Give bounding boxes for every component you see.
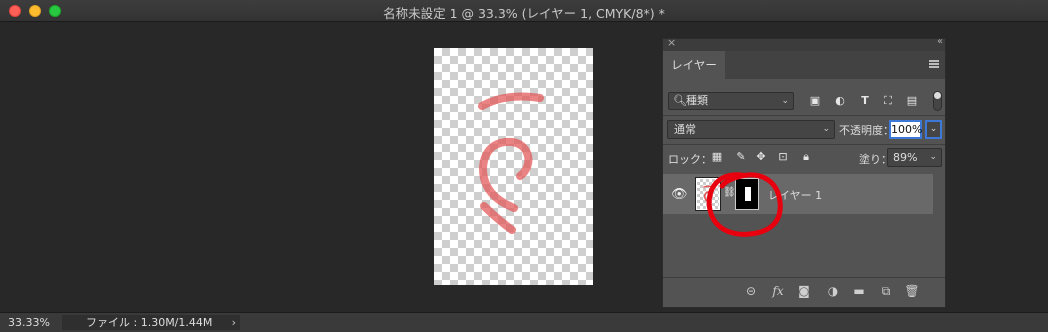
mask-link-icon[interactable]: ⛓︎ (723, 187, 736, 198)
layer-mask-thumbnail[interactable] (735, 178, 759, 210)
opacity-input[interactable]: 100% (889, 120, 922, 139)
chevron-down-icon: ⌄ (781, 96, 789, 106)
chevron-right-icon: › (231, 316, 236, 329)
filter-kind-label: 種類 (686, 94, 708, 107)
text-filter-icon[interactable]: T (858, 94, 872, 108)
trash-icon[interactable]: 🗑︎ (904, 283, 920, 299)
chevron-down-icon: ⌄ (929, 152, 937, 162)
thumbnail-artwork (703, 185, 715, 204)
new-layer-icon[interactable]: ⧉ (878, 283, 894, 299)
file-info[interactable]: ファイル : 1.30M/1.44M › (62, 315, 240, 330)
search-icon: 🔍︎ (673, 94, 687, 107)
adjustment-layer-icon[interactable]: ◑ (825, 283, 841, 299)
layer-thumbnail[interactable] (695, 177, 721, 211)
chevron-down-icon: ⌄ (822, 124, 830, 134)
opacity-label: 不透明度： (839, 124, 894, 137)
lock-position-icon[interactable]: ✥ (754, 150, 768, 164)
fill-value: 89% (893, 151, 918, 164)
shape-filter-icon[interactable]: ⛶ (881, 94, 895, 108)
title-bar: 名称未設定 1 @ 33.3% (レイヤー 1, CMYK/8*) * (0, 0, 1048, 22)
lock-image-pixels-icon[interactable]: ✎ (734, 150, 748, 164)
visibility-eye-icon[interactable]: 👁︎ (671, 187, 688, 202)
panel-footer: ⊝ fx ◙ ◑ ▬ ⧉ 🗑︎ (663, 277, 945, 303)
layer-row[interactable]: 👁︎ ⛓︎ レイヤー 1 (663, 174, 933, 214)
layer-name[interactable]: レイヤー 1 (768, 187, 822, 203)
document-canvas[interactable] (434, 48, 593, 285)
link-layers-icon[interactable]: ⊝ (743, 283, 759, 299)
panel-tab-bar: レイヤー (663, 51, 945, 79)
file-size-text: ファイル : 1.30M/1.44M (86, 316, 213, 329)
fx-icon[interactable]: fx (770, 283, 786, 299)
brush-stroke-artwork (478, 92, 544, 234)
fill-input[interactable]: 89% ⌄ (887, 148, 942, 167)
divider (663, 115, 945, 116)
image-filter-icon[interactable]: ▣ (808, 94, 822, 108)
filter-toggle-switch[interactable] (933, 91, 942, 111)
lock-transparent-pixels-icon[interactable]: ▦ (710, 150, 724, 164)
collapse-panel-icon[interactable]: ‹‹ (937, 36, 943, 47)
layers-list: 👁︎ ⛓︎ レイヤー 1 (663, 173, 945, 276)
tab-layers[interactable]: レイヤー (663, 51, 725, 79)
lock-artboard-icon[interactable]: ⊡ (776, 150, 790, 164)
smart-object-filter-icon[interactable]: ▤ (905, 94, 919, 108)
divider (663, 144, 945, 145)
panel-header-strip: × ‹‹ (663, 36, 945, 51)
blend-mode-select[interactable]: 通常 ⌄ (667, 120, 835, 139)
panel-menu-icon[interactable] (929, 60, 939, 68)
add-mask-icon[interactable]: ◙ (796, 283, 812, 299)
blend-mode-value: 通常 (674, 123, 696, 136)
lock-label: ロック： (668, 153, 712, 166)
opacity-dropdown-button[interactable]: ⌄ (925, 120, 942, 139)
close-panel-icon[interactable]: × (667, 36, 676, 49)
group-folder-icon[interactable]: ▬ (851, 283, 867, 299)
layers-panel: × ‹‹ レイヤー 🔍︎ 種類 ⌄ ▣ ◐ T ⛶ ▤ 通常 ⌄ 不透明度： 1… (662, 36, 946, 308)
lock-all-icon[interactable]: 🔒︎ (799, 150, 813, 164)
layer-filter-select[interactable]: 🔍︎ 種類 ⌄ (668, 92, 794, 110)
status-bar: 33.33% ファイル : 1.30M/1.44M › (0, 312, 1048, 332)
window-title: 名称未設定 1 @ 33.3% (レイヤー 1, CMYK/8*) * (383, 6, 665, 21)
zoom-level[interactable]: 33.33% (8, 316, 50, 329)
photoshop-window: 名称未設定 1 @ 33.3% (レイヤー 1, CMYK/8*) * × ‹‹… (0, 0, 1048, 332)
adjustment-filter-icon[interactable]: ◐ (833, 94, 847, 108)
